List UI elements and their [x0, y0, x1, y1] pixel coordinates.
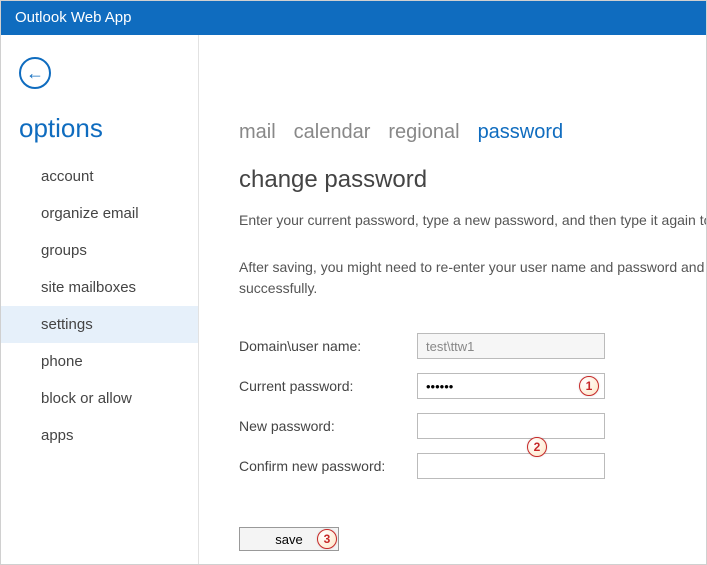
description-2: After saving, you might need to re-enter…: [239, 257, 706, 299]
tab-label: mail: [239, 121, 276, 143]
description-1: Enter your current password, type a new …: [239, 210, 706, 231]
sidebar-item-label: account: [41, 168, 94, 185]
sidebar-item-label: settings: [41, 316, 93, 333]
input-new-password[interactable]: [417, 413, 605, 439]
save-button[interactable]: save: [239, 527, 339, 551]
sidebar-item-label: groups: [41, 242, 87, 259]
tab-mail[interactable]: mail: [239, 121, 276, 144]
row-domain: Domain\user name:: [239, 333, 706, 359]
back-button[interactable]: ←: [19, 57, 51, 89]
tab-calendar[interactable]: calendar: [294, 121, 371, 144]
sidebar-title: options: [1, 113, 198, 158]
arrow-left-icon: ←: [26, 63, 44, 84]
input-domain: [417, 333, 605, 359]
label-new-password: New password:: [239, 418, 417, 434]
sidebar-item-account[interactable]: account: [1, 158, 198, 195]
sidebar-item-settings[interactable]: settings: [1, 306, 198, 343]
tab-regional[interactable]: regional: [388, 121, 459, 144]
sidebar-item-groups[interactable]: groups: [1, 232, 198, 269]
save-button-label: save: [275, 532, 302, 547]
sidebar-item-label: site mailboxes: [41, 279, 136, 296]
description-2-line1: After saving, you might need to re-enter…: [239, 259, 706, 275]
sidebar-item-label: block or allow: [41, 390, 132, 407]
label-current-password: Current password:: [239, 378, 417, 394]
main-panel: mail calendar regional password change p…: [199, 35, 706, 564]
tabs: mail calendar regional password: [239, 121, 706, 144]
tab-label: calendar: [294, 121, 371, 143]
tab-password[interactable]: password: [478, 121, 564, 144]
row-new-password: New password:: [239, 413, 706, 439]
sidebar-item-label: apps: [41, 427, 74, 444]
app-title: Outlook Web App: [15, 9, 131, 26]
input-current-password[interactable]: [417, 373, 605, 399]
sidebar-item-phone[interactable]: phone: [1, 343, 198, 380]
page-heading: change password: [239, 166, 706, 194]
description-2-line2: successfully.: [239, 280, 317, 296]
content-area: ← options account organize email groups …: [1, 35, 706, 564]
row-current-password: Current password: 1: [239, 373, 706, 399]
sidebar-item-block-or-allow[interactable]: block or allow: [1, 380, 198, 417]
row-confirm-password: Confirm new password: 2: [239, 453, 706, 479]
sidebar-item-label: phone: [41, 353, 83, 370]
input-confirm-password[interactable]: [417, 453, 605, 479]
label-domain: Domain\user name:: [239, 338, 417, 354]
app-titlebar: Outlook Web App: [1, 1, 706, 35]
tab-label: regional: [388, 121, 459, 143]
sidebar: ← options account organize email groups …: [1, 35, 199, 564]
sidebar-item-organize-email[interactable]: organize email: [1, 195, 198, 232]
tab-label: password: [478, 121, 564, 143]
sidebar-item-apps[interactable]: apps: [1, 417, 198, 454]
sidebar-item-label: organize email: [41, 205, 139, 222]
label-confirm-password: Confirm new password:: [239, 458, 417, 474]
sidebar-item-site-mailboxes[interactable]: site mailboxes: [1, 269, 198, 306]
